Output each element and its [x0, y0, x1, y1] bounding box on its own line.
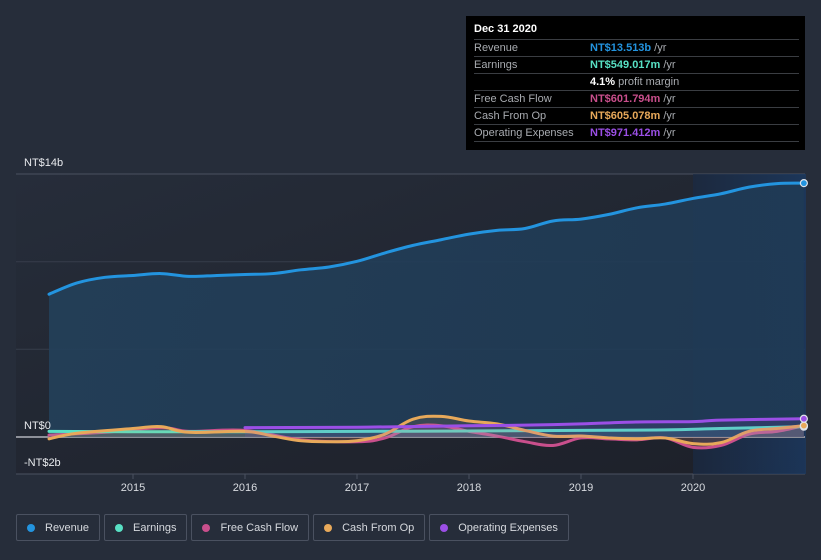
x-tick-label: 2018: [457, 482, 481, 494]
legend-label: Cash From Op: [342, 521, 415, 534]
x-tick-label: 2016: [233, 482, 257, 494]
tooltip-row-value: NT$605.078m: [590, 110, 661, 122]
y-tick-label: -NT$2b: [24, 457, 61, 469]
y-tick-label: NT$14b: [24, 157, 63, 169]
tooltip-row-unit: /yr: [663, 93, 676, 105]
x-tick-label: 2019: [569, 482, 593, 494]
tooltip: Dec 31 2020 Revenue NT$13.513b/yr Earnings…: [466, 16, 805, 150]
legend-item-earnings[interactable]: Earnings: [104, 514, 188, 541]
tooltip-row-label: [474, 74, 590, 90]
tooltip-row-unit: /yr: [654, 42, 667, 54]
legend-label: Earnings: [133, 521, 177, 534]
operating-expenses-end-marker: [799, 414, 808, 423]
tooltip-row-value: 4.1%: [590, 76, 616, 88]
tooltip-row-unit: /yr: [663, 59, 676, 71]
tooltip-row-value: NT$13.513b: [590, 42, 652, 54]
tooltip-row-value: NT$971.412m: [590, 127, 661, 139]
x-tick-label: 2017: [345, 482, 369, 494]
legend-item-operating-expenses[interactable]: Operating Expenses: [429, 514, 569, 541]
tooltip-row-value: NT$549.017m: [590, 59, 661, 71]
tooltip-row: Operating Expenses NT$971.412m/yr: [474, 125, 799, 142]
x-tick-label: 2015: [121, 482, 145, 494]
legend-item-cash-from-op[interactable]: Cash From Op: [313, 514, 426, 541]
legend-dot-icon: [440, 523, 449, 532]
tooltip-row-unit: /yr: [663, 127, 676, 139]
tooltip-row-unit: /yr: [663, 110, 676, 122]
legend-label: Operating Expenses: [458, 521, 558, 534]
legend-dot-icon: [202, 523, 211, 532]
cash-from-op-end-marker: [799, 421, 808, 430]
revenue-end-marker: [799, 179, 808, 188]
tooltip-row-label: Operating Expenses: [474, 127, 574, 139]
tooltip-row-value: NT$601.794m: [590, 93, 661, 105]
tooltip-row: Revenue NT$13.513b/yr: [474, 40, 799, 57]
tooltip-date: Dec 31 2020: [474, 23, 799, 40]
legend-label: Revenue: [45, 521, 90, 534]
legend-dot-icon: [27, 523, 35, 532]
tooltip-row-label: Cash From Op: [474, 110, 547, 122]
tooltip-row-label: Earnings: [474, 59, 518, 71]
legend: Revenue Earnings Free Cash Flow Cash From O…: [16, 514, 569, 541]
legend-dot-icon: [115, 523, 124, 532]
tooltip-row: Free Cash Flow NT$601.794m/yr: [474, 91, 799, 108]
legend-item-revenue[interactable]: Revenue: [16, 514, 101, 541]
tooltip-row: Earnings NT$549.017m/yr: [474, 57, 799, 74]
tooltip-row: Cash From Op NT$605.078m/yr: [474, 108, 799, 125]
y-tick-label: NT$0: [24, 420, 51, 432]
legend-dot-icon: [324, 523, 333, 532]
legend-item-free-cash-flow[interactable]: Free Cash Flow: [191, 514, 310, 541]
tooltip-row-label: Revenue: [474, 42, 519, 54]
legend-label: Free Cash Flow: [220, 521, 299, 534]
tooltip-row-unit: profit margin: [618, 76, 680, 88]
x-tick-label: 2020: [681, 482, 705, 494]
tooltip-row: 4.1% profit margin: [474, 74, 799, 91]
tooltip-row-label: Free Cash Flow: [474, 93, 552, 105]
